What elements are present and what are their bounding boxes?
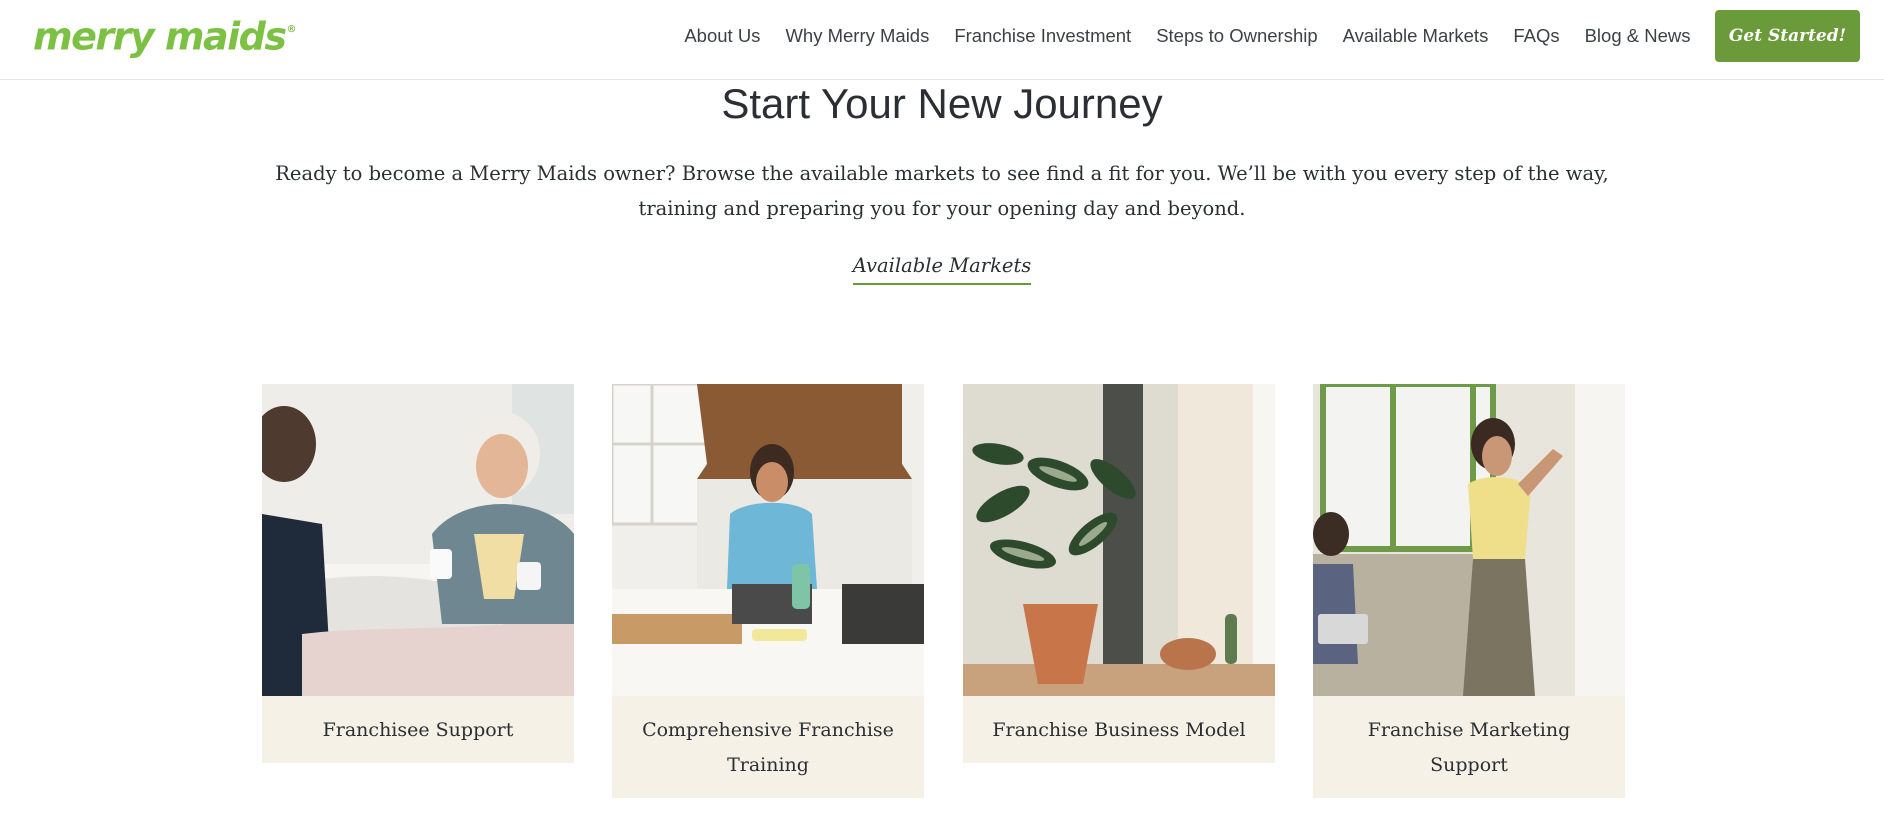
- card-caption: Franchise Marketing Support: [1313, 696, 1625, 798]
- photo-women-talking: [262, 384, 574, 696]
- card-caption: Comprehensive Franchise Training: [612, 696, 924, 798]
- available-markets-link-wrap: Available Markets: [0, 254, 1884, 285]
- registered-mark: ®: [286, 24, 296, 35]
- photo-plant: [963, 384, 1275, 696]
- nav-steps-to-ownership[interactable]: Steps to Ownership: [1156, 10, 1317, 62]
- nav-faqs[interactable]: FAQs: [1513, 10, 1559, 62]
- card-business-model[interactable]: Franchise Business Model: [963, 384, 1275, 763]
- merry-maids-logo[interactable]: merry maids®: [33, 8, 296, 63]
- get-started-button[interactable]: Get Started!: [1715, 10, 1860, 62]
- logo-text: merry maids: [33, 14, 287, 59]
- card-caption: Franchisee Support: [262, 696, 574, 763]
- intro-paragraph: Ready to become a Merry Maids owner? Bro…: [275, 162, 1609, 220]
- nav-franchise-investment[interactable]: Franchise Investment: [954, 10, 1131, 62]
- main-nav: About Us Why Merry Maids Franchise Inves…: [672, 10, 1860, 62]
- site-header: merry maids® About Us Why Merry Maids Fr…: [0, 0, 1884, 80]
- nav-why-merry-maids[interactable]: Why Merry Maids: [785, 10, 929, 62]
- photo-office-whiteboard: [1313, 384, 1625, 696]
- photo-illustration: [1313, 384, 1625, 696]
- card-franchisee-support[interactable]: Franchisee Support: [262, 384, 574, 763]
- available-markets-link[interactable]: Available Markets: [852, 254, 1032, 285]
- photo-illustration: [262, 384, 574, 696]
- photo-illustration: [612, 384, 924, 696]
- nav-about-us[interactable]: About Us: [684, 10, 760, 62]
- nav-blog-news[interactable]: Blog & News: [1585, 10, 1691, 62]
- card-franchise-training[interactable]: Comprehensive Franchise Training: [612, 384, 924, 798]
- photo-illustration: [963, 384, 1275, 696]
- feature-cards: Franchisee Support Comprehensive Franchi…: [0, 384, 1884, 818]
- card-marketing-support[interactable]: Franchise Marketing Support: [1313, 384, 1625, 798]
- card-caption: Franchise Business Model: [963, 696, 1275, 763]
- nav-available-markets[interactable]: Available Markets: [1343, 10, 1489, 62]
- page-title: Start Your New Journey: [721, 80, 1163, 127]
- photo-kitchen-cleaning: [612, 384, 924, 696]
